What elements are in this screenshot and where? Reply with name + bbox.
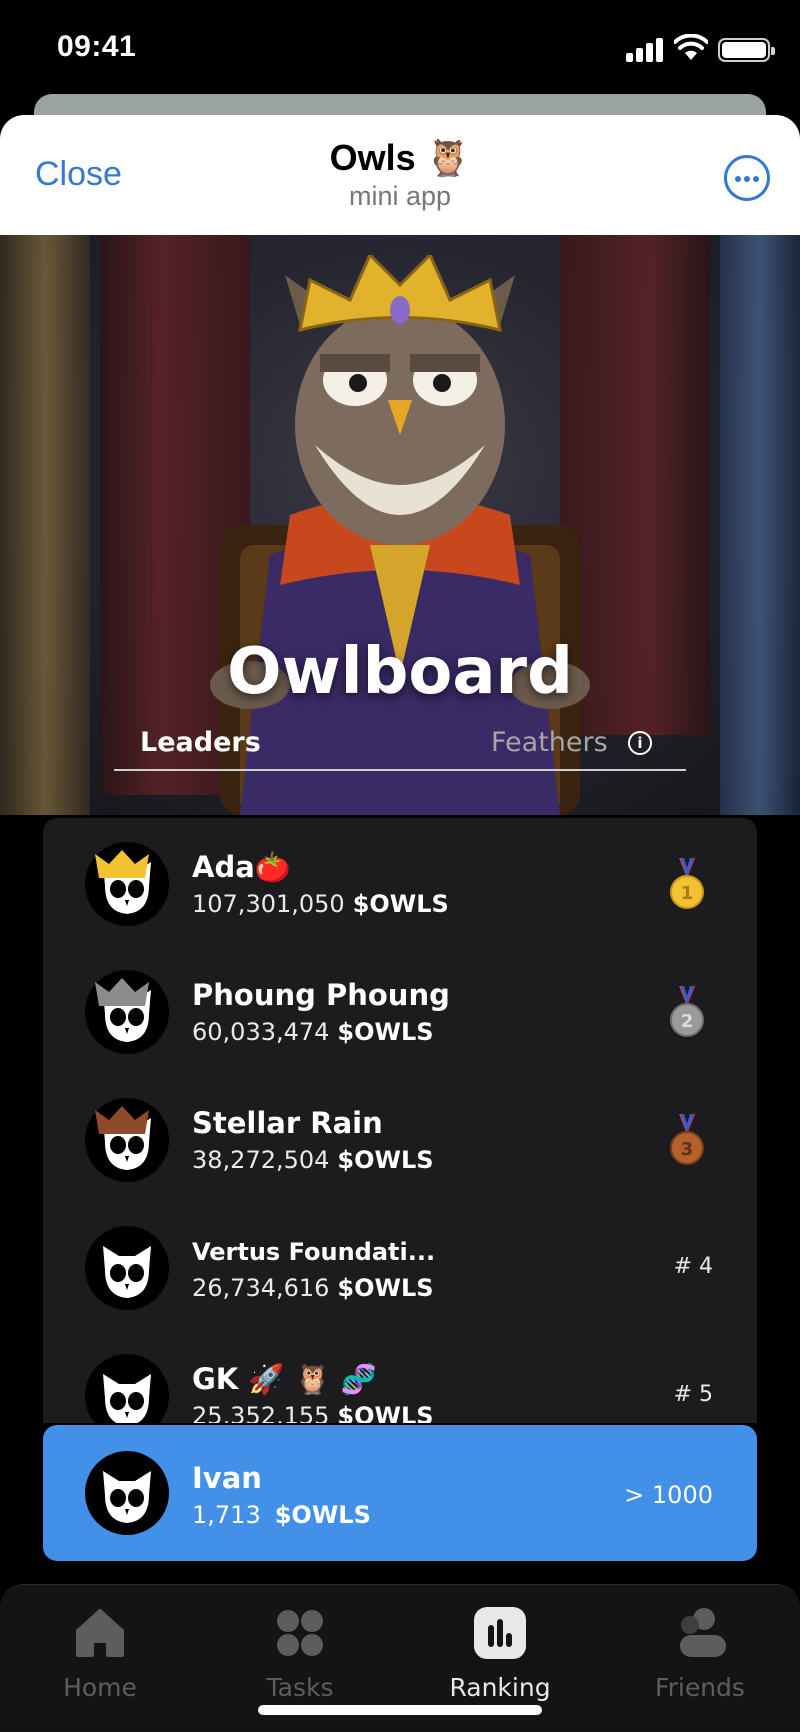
leaderboard-row[interactable]: Phoung Phoung 60,033,474 $OWLS 2 xyxy=(43,946,757,1074)
app-title: Owls 🦉 xyxy=(329,137,471,178)
current-user-name: Ivan xyxy=(192,1461,262,1495)
hero-banner: Owlboard Leaders Feathers i xyxy=(0,235,800,815)
status-time: 09:41 xyxy=(57,30,137,63)
leaderboard-tabs: Leaders Feathers i xyxy=(114,727,686,771)
user-name: Vertus Foundati... xyxy=(192,1238,436,1266)
leaderboard-row[interactable]: GK 🚀 🦉 🧬 25,352,155 $OWLS # 5 xyxy=(43,1330,757,1423)
svg-text:2: 2 xyxy=(681,1011,694,1032)
nav-friends[interactable]: Friends xyxy=(600,1607,800,1707)
owl-face-icon xyxy=(103,1471,151,1523)
bronze-medal-icon: 3 xyxy=(670,1114,704,1165)
wifi-icon xyxy=(674,34,708,60)
owl-avatar xyxy=(85,1451,169,1535)
leaderboard-row[interactable]: Stellar Rain 38,272,504 $OWLS 3 xyxy=(43,1074,757,1202)
current-user-score: 1,713 $OWLS xyxy=(192,1501,371,1529)
owl-avatar xyxy=(85,1226,169,1310)
owl-face-icon xyxy=(103,1246,151,1298)
leaderboard-row[interactable]: Ada🍅 107,301,050 $OWLS 1 xyxy=(43,818,757,946)
gold-crown-icon xyxy=(95,850,149,878)
nav-tasks-label: Tasks xyxy=(266,1673,334,1702)
svg-text:1: 1 xyxy=(681,883,694,904)
home-icon xyxy=(76,1609,124,1657)
nav-tasks[interactable]: Tasks xyxy=(200,1607,400,1707)
leaderboard-row[interactable]: Vertus Foundati... 26,734,616 $OWLS # 4 xyxy=(43,1202,757,1330)
gold-medal-icon: 1 xyxy=(670,858,704,909)
user-score: 26,734,616 $OWLS xyxy=(192,1274,434,1302)
tab-feathers[interactable]: Feathers xyxy=(491,727,608,758)
owl-avatar xyxy=(85,1354,169,1423)
ellipsis-circle-icon[interactable] xyxy=(724,155,770,201)
tasks-grid-icon xyxy=(277,1610,323,1656)
nav-ranking[interactable]: Ranking xyxy=(400,1607,600,1707)
user-score: 107,301,050 $OWLS xyxy=(192,890,449,918)
app-subtitle: mini app xyxy=(348,181,452,211)
user-name: GK 🚀 🦉 🧬 xyxy=(192,1362,377,1396)
rank-number: # 5 xyxy=(673,1382,713,1407)
nav-home-label: Home xyxy=(63,1673,137,1702)
page-title: Owlboard xyxy=(227,635,573,709)
battery-icon xyxy=(718,38,775,62)
user-name: Ada🍅 xyxy=(192,850,291,884)
nav-friends-label: Friends xyxy=(655,1673,745,1702)
nav-home[interactable]: Home xyxy=(0,1607,200,1707)
svg-text:3: 3 xyxy=(681,1139,694,1160)
ranking-chart-icon xyxy=(474,1607,526,1659)
user-name: Phoung Phoung xyxy=(192,978,450,1012)
current-user-rank: > 1000 xyxy=(624,1481,713,1509)
home-indicator xyxy=(258,1705,542,1715)
nav-ranking-label: Ranking xyxy=(449,1673,551,1702)
cellular-signal-icon xyxy=(626,38,664,62)
user-score: 60,033,474 $OWLS xyxy=(192,1018,434,1046)
tab-leaders[interactable]: Leaders xyxy=(140,727,261,758)
friends-icon xyxy=(680,1608,726,1657)
mini-app-header: Close Owls 🦉 mini app xyxy=(0,115,800,235)
leaderboard-list: Ada🍅 107,301,050 $OWLS 1 Phoung Phoung 60… xyxy=(43,818,757,1423)
rank-number: # 4 xyxy=(673,1254,713,1279)
silver-crown-icon xyxy=(95,978,149,1006)
user-score: 38,272,504 $OWLS xyxy=(192,1146,434,1174)
user-name: Stellar Rain xyxy=(192,1106,383,1140)
owl-face-icon xyxy=(103,1374,151,1423)
status-bar: 09:41 xyxy=(0,0,800,100)
info-icon[interactable]: i xyxy=(628,731,652,755)
silver-medal-icon: 2 xyxy=(670,986,704,1037)
user-score: 25,352,155 $OWLS xyxy=(192,1402,434,1423)
bronze-crown-icon xyxy=(95,1106,149,1134)
current-user-row[interactable]: Ivan 1,713 $OWLS > 1000 xyxy=(43,1425,757,1561)
